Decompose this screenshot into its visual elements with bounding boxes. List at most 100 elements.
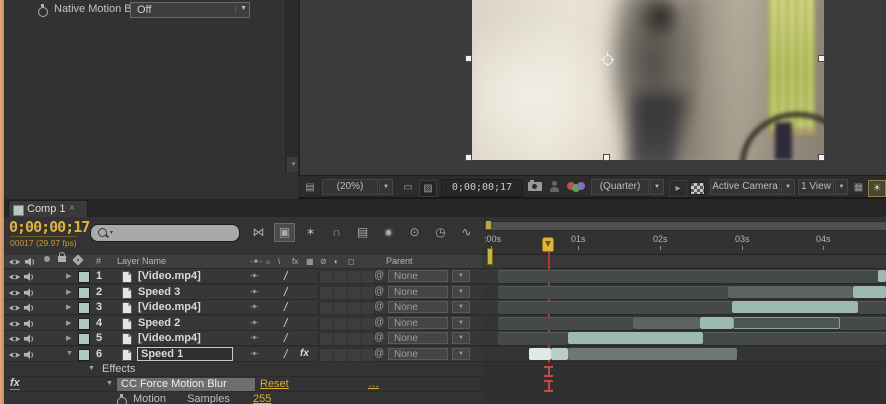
effect-name-selected[interactable]: CC Force Motion Blur (117, 378, 255, 391)
audio-speaker-icon[interactable] (24, 350, 36, 363)
layer-duration-bar[interactable] (498, 316, 633, 330)
quality-switch-icon[interactable]: / (284, 300, 287, 314)
layer-duration-bar[interactable] (728, 285, 853, 298)
mini-flowchart-icon[interactable]: ⋈ (248, 223, 269, 242)
audio-speaker-icon[interactable] (24, 272, 36, 285)
camera-view-dropdown[interactable]: Active Camera (710, 179, 780, 195)
magnification-arrow[interactable]: ▼ (379, 179, 393, 195)
switch-column-icon[interactable]: ◐ (334, 257, 339, 266)
layer-row-6[interactable]: ▼ 6 Speed 1 -✶- / fx @ None ▼ (4, 346, 482, 363)
parent-dropdown-arrow-icon[interactable]: ▼ (452, 316, 470, 329)
fx-badge[interactable]: fx (10, 377, 20, 390)
frame-blend-icon[interactable]: ▤ (352, 223, 373, 242)
visibility-eye-icon[interactable] (8, 319, 21, 331)
switch-cells[interactable] (318, 316, 375, 331)
parent-dropdown[interactable]: None (388, 332, 448, 344)
layer-duration-bar[interactable] (733, 316, 840, 329)
work-area-start-handle[interactable] (487, 248, 493, 265)
collapse-switch-icon[interactable]: -✶- (250, 303, 258, 311)
label-color-swatch[interactable] (78, 271, 90, 283)
stopwatch-icon[interactable] (38, 4, 49, 17)
search-options-arrow[interactable]: ▾ (110, 229, 113, 236)
effect-param-row[interactable]: Motion Samples 255 (4, 392, 482, 404)
layer-name[interactable]: Speed 1 (137, 346, 233, 361)
layer-duration-bar[interactable] (840, 316, 886, 330)
expand-arrow-icon[interactable]: ▶ (66, 319, 71, 327)
auto-keyframe-icon[interactable]: ◷ (430, 223, 451, 242)
layer-duration-bar[interactable] (551, 347, 568, 360)
switch-column-icon[interactable]: \ (278, 257, 280, 266)
layer-duration-bar[interactable] (498, 270, 879, 283)
parent-pickwhip-icon[interactable]: @ (374, 286, 384, 297)
expand-open-icon[interactable]: ▼ (88, 365, 95, 372)
audio-speaker-icon[interactable] (24, 319, 36, 332)
quality-switch-icon[interactable]: / (284, 347, 287, 361)
parent-pickwhip-icon[interactable]: @ (374, 332, 384, 343)
layer-row-3[interactable]: ▶ 3 [Video.mp4] -✶- / @ None ▼ (4, 300, 482, 315)
anchor-point-crosshair-icon[interactable] (600, 52, 614, 66)
layer-name[interactable]: [Video.mp4] (138, 301, 201, 313)
switch-cells[interactable] (318, 347, 375, 362)
layer-duration-bar[interactable] (700, 316, 733, 329)
live-update-icon[interactable]: ▣ (274, 223, 295, 242)
transparency-grid-icon[interactable]: ▨ (419, 180, 437, 197)
effects-group-row[interactable]: ▼ Effects (4, 362, 482, 377)
show-snapshot-icon[interactable] (549, 181, 561, 193)
layer-duration-bar[interactable] (858, 301, 886, 314)
layer-handle-right[interactable] (818, 55, 825, 62)
layer-name-column-label[interactable]: Layer Name (117, 256, 166, 266)
close-icon[interactable]: × (69, 203, 75, 214)
layer-name[interactable]: [Video.mp4] (138, 332, 201, 344)
layer-duration-bar[interactable] (498, 285, 728, 299)
effect-row[interactable]: fx ▼ CC Force Motion Blur Reset … (4, 377, 482, 392)
layer-handle-bottom-right[interactable] (818, 154, 825, 161)
switch-cells[interactable] (318, 285, 375, 300)
visibility-eye-icon[interactable] (8, 272, 21, 284)
switch-column-icon[interactable]: fx (292, 257, 298, 266)
motion-blur-icon[interactable]: ● (378, 223, 399, 242)
switch-column-icon[interactable]: ▦ (306, 257, 314, 266)
layer-duration-bar[interactable] (633, 316, 700, 329)
region-of-interest-icon[interactable]: ▭ (400, 180, 416, 195)
switch-column-icon[interactable]: -✶- (250, 257, 262, 266)
view-layout-dropdown[interactable]: 1 View (798, 179, 834, 195)
resolution-arrow[interactable]: ▼ (650, 179, 664, 195)
layer-handle-bottom-left[interactable] (465, 154, 472, 161)
time-navigator-start-handle[interactable] (486, 221, 491, 229)
parent-dropdown[interactable]: None (388, 285, 448, 298)
search-input[interactable]: ▾ (90, 224, 240, 242)
layer-handle-bottom-center[interactable] (603, 154, 610, 161)
visibility-eye-icon[interactable] (8, 334, 21, 346)
label-color-swatch[interactable] (78, 317, 90, 330)
layer-name[interactable]: [Video.mp4] (138, 270, 201, 282)
index-column-label[interactable]: # (96, 256, 101, 266)
parent-dropdown[interactable]: None (388, 347, 448, 360)
collapse-switch-icon[interactable]: -✶- (250, 288, 258, 296)
layer-row-5[interactable]: ▶ 5 [Video.mp4] -✶- / @ None ▼ (4, 331, 482, 346)
switch-cells[interactable] (318, 270, 375, 284)
collapse-switch-icon[interactable]: -✶- (250, 319, 258, 327)
quality-switch-icon[interactable]: / (284, 285, 287, 299)
shy-layers-icon[interactable]: ∩ (326, 223, 347, 242)
audio-column-speaker-icon[interactable] (25, 257, 37, 269)
expand-arrow-icon[interactable]: ▶ (66, 334, 71, 342)
parent-column-label[interactable]: Parent (386, 256, 413, 266)
collapse-arrow-icon[interactable]: ▼ (66, 350, 73, 357)
layer-duration-bar[interactable] (498, 332, 568, 345)
parent-dropdown-arrow-icon[interactable]: ▼ (452, 347, 470, 360)
audio-speaker-icon[interactable] (24, 288, 36, 301)
effect-more-link[interactable]: … (368, 378, 379, 390)
quality-switch-icon[interactable]: / (284, 269, 287, 283)
view-layout-arrow[interactable]: ▼ (835, 179, 848, 195)
expand-arrow-icon[interactable]: ▶ (66, 288, 71, 296)
layer-duration-bar[interactable] (878, 270, 886, 282)
switch-cells[interactable] (318, 301, 375, 315)
fx-switch-icon[interactable]: fx (300, 348, 309, 359)
layer-handle-left[interactable] (465, 55, 472, 62)
video-column-eye-icon[interactable] (8, 258, 21, 268)
parent-dropdown[interactable]: None (388, 301, 448, 313)
audio-speaker-icon[interactable] (24, 334, 36, 347)
layer-row-2[interactable]: ▶ 2 Speed 3 -✶- / @ None ▼ (4, 284, 482, 301)
param-value[interactable]: 255 (253, 393, 271, 404)
layer-duration-bar[interactable] (568, 347, 737, 360)
